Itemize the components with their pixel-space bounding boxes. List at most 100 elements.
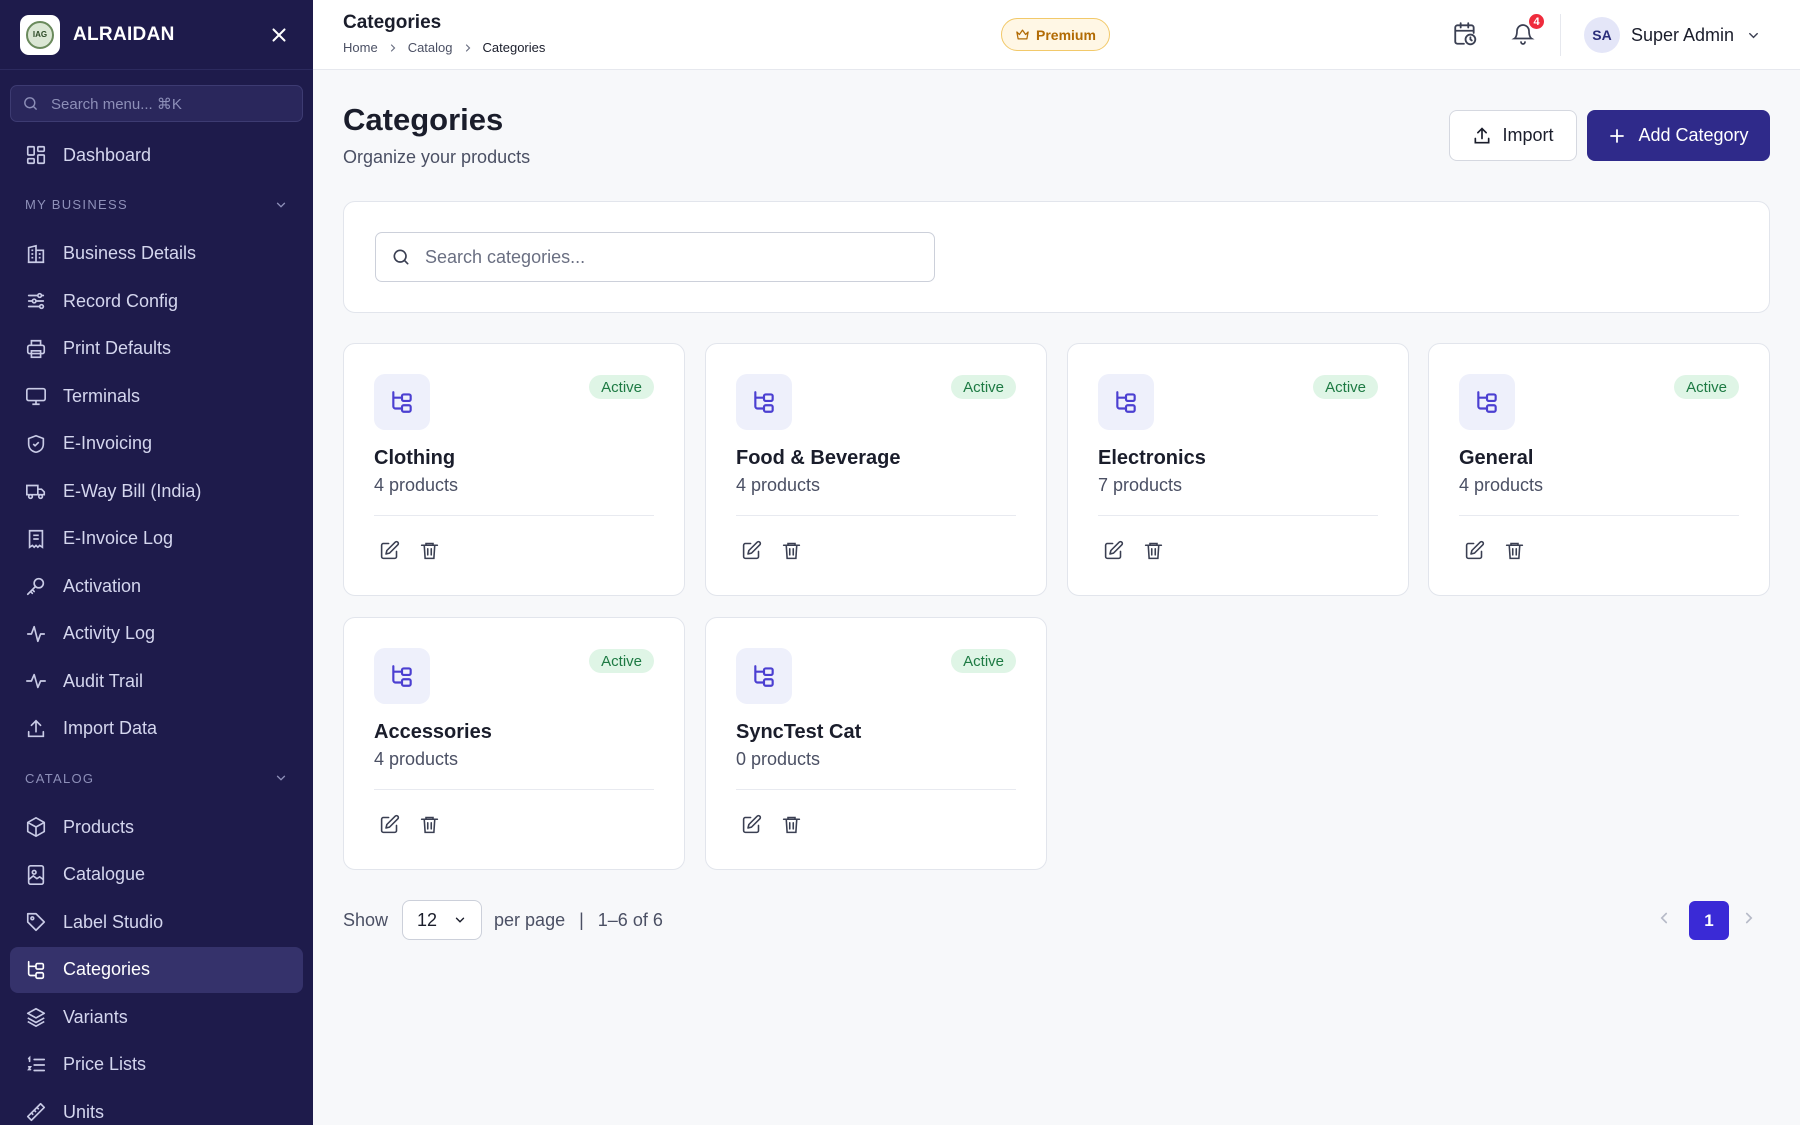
edit-button[interactable] — [1460, 536, 1488, 564]
category-name: SyncTest Cat — [736, 721, 862, 743]
category-search-field[interactable] — [375, 232, 935, 282]
sidebar-item-business-details[interactable]: Business Details — [10, 231, 303, 277]
sidebar-item-categories[interactable]: Categories — [10, 946, 303, 993]
category-tree-icon — [392, 665, 412, 687]
list-ordered-icon — [27, 1055, 46, 1071]
category-search-input[interactable] — [425, 246, 905, 268]
category-card[interactable]: Active Food & Beverage 4 products — [705, 343, 1047, 596]
sidebar-item-e-invoicing[interactable]: E-Invoicing — [10, 421, 303, 467]
sidebar-item-label: Business Details — [63, 243, 197, 263]
notification-count-badge: 4 — [1527, 12, 1546, 31]
add-category-button[interactable]: Add Category — [1587, 110, 1770, 161]
category-icon-tile — [374, 374, 430, 430]
layers-icon — [26, 1007, 46, 1027]
sidebar-item-units[interactable]: Units — [10, 1089, 303, 1125]
sidebar-item-variants[interactable]: Variants — [10, 994, 303, 1040]
menu-search-placeholder: Search menu... ⌘K — [51, 95, 182, 113]
box-icon — [26, 817, 46, 837]
user-name: Super Admin — [1631, 24, 1735, 45]
section-my-business[interactable]: MY BUSINESS — [0, 180, 313, 230]
category-name: Accessories — [374, 721, 492, 743]
category-card[interactable]: Active Accessories 4 products — [343, 617, 685, 870]
sidebar-item-label: Audit Trail — [63, 670, 144, 691]
sidebar-item-print-defaults[interactable]: Print Defaults — [10, 326, 303, 372]
delete-button[interactable] — [1139, 536, 1167, 564]
edit-button[interactable] — [375, 536, 403, 564]
sidebar-item-audit-trail[interactable]: Audit Trail — [10, 658, 303, 704]
edit-icon — [380, 540, 399, 559]
pagination-separator: | — [579, 909, 584, 930]
category-tree-icon — [1116, 391, 1136, 413]
delete-button[interactable] — [415, 810, 443, 838]
user-menu[interactable]: SA Super Admin — [1584, 17, 1761, 53]
sidebar-item-e-way-bill[interactable]: E-Way Bill (India) — [10, 468, 303, 514]
sidebar-item-label: Categories — [63, 959, 151, 979]
edit-button[interactable] — [737, 810, 765, 838]
schedule-button[interactable] — [1450, 19, 1480, 49]
section-catalog[interactable]: CATALOG — [0, 753, 313, 803]
breadcrumb-catalog[interactable]: Catalog — [408, 40, 453, 55]
delete-button[interactable] — [777, 536, 805, 564]
sidebar-item-catalogue[interactable]: Catalogue — [10, 852, 303, 898]
add-category-label: Add Category — [1638, 125, 1749, 145]
delete-button[interactable] — [415, 536, 443, 564]
product-count: 7 products — [1098, 475, 1183, 495]
sidebar-item-e-invoice-log[interactable]: E-Invoice Log — [10, 516, 303, 562]
menu-search-input[interactable]: Search menu... ⌘K — [10, 85, 303, 122]
category-icon-tile — [1459, 374, 1515, 430]
notifications-button[interactable]: 4 — [1508, 12, 1546, 49]
search-panel — [343, 201, 1770, 313]
edit-button[interactable] — [1099, 536, 1127, 564]
page-subtitle: Organize your products — [343, 147, 531, 167]
import-button[interactable]: Import — [1449, 110, 1577, 161]
sidebar-item-products[interactable]: Products — [10, 804, 303, 850]
category-tree-icon — [1477, 391, 1497, 413]
sidebar-item-terminals[interactable]: Terminals — [10, 373, 303, 419]
category-card[interactable]: Active Clothing 4 products — [343, 343, 685, 596]
calendar-clock-icon — [1454, 22, 1477, 46]
close-icon — [272, 27, 286, 42]
sidebar-item-label: Activity Log — [63, 623, 156, 643]
edit-button[interactable] — [737, 536, 765, 564]
sidebar-item-label: E-Invoice Log — [63, 528, 174, 548]
delete-button[interactable] — [1500, 536, 1528, 564]
per-page-label: per page — [494, 909, 566, 930]
edit-button[interactable] — [375, 810, 403, 838]
category-card[interactable]: Active General 4 products — [1428, 343, 1770, 596]
next-page-button[interactable] — [1740, 909, 1758, 927]
category-card[interactable]: Active Electronics 7 products — [1067, 343, 1409, 596]
category-card[interactable]: Active SyncTest Cat 0 products — [705, 617, 1047, 870]
shield-check-icon — [27, 434, 45, 453]
product-count: 0 products — [736, 749, 821, 769]
sidebar-item-activation[interactable]: Activation — [10, 563, 303, 609]
premium-label: Premium — [1036, 26, 1096, 43]
sidebar-item-label: E-Invoicing — [63, 433, 153, 453]
previous-page-button[interactable] — [1655, 909, 1673, 927]
edit-icon — [1104, 540, 1123, 559]
sidebar-item-dashboard[interactable]: Dashboard — [10, 132, 303, 178]
delete-button[interactable] — [777, 810, 805, 838]
topbar-divider — [1560, 14, 1561, 56]
sidebar-item-label: E-Way Bill (India) — [63, 480, 202, 501]
card-divider — [736, 789, 1016, 790]
sidebar-item-activity-log[interactable]: Activity Log — [10, 611, 303, 657]
brand-logo[interactable]: IAG — [20, 14, 60, 55]
chevron-down-icon — [455, 917, 465, 923]
page-button-current[interactable]: 1 — [1689, 901, 1729, 940]
sidebar-item-import-data[interactable]: Import Data — [10, 706, 303, 752]
sidebar-item-record-config[interactable]: Record Config — [10, 278, 303, 324]
sidebar-item-label: Dashboard — [63, 144, 152, 165]
close-sidebar-button[interactable] — [265, 21, 293, 49]
sidebar-item-label-studio[interactable]: Label Studio — [10, 899, 303, 945]
premium-badge[interactable]: Premium — [1001, 18, 1110, 51]
chevron-down-icon — [276, 202, 286, 208]
sidebar-item-label: Record Config — [63, 290, 179, 311]
sidebar-item-label: Activation — [63, 575, 142, 596]
card-divider — [374, 515, 654, 516]
breadcrumb-home[interactable]: Home — [343, 40, 378, 55]
category-icon-tile — [736, 374, 792, 430]
sidebar-item-price-lists[interactable]: Price Lists — [10, 1042, 303, 1088]
per-page-select[interactable]: 12 — [402, 900, 483, 940]
status-badge: Active — [951, 649, 1016, 673]
product-count: 4 products — [374, 749, 459, 769]
